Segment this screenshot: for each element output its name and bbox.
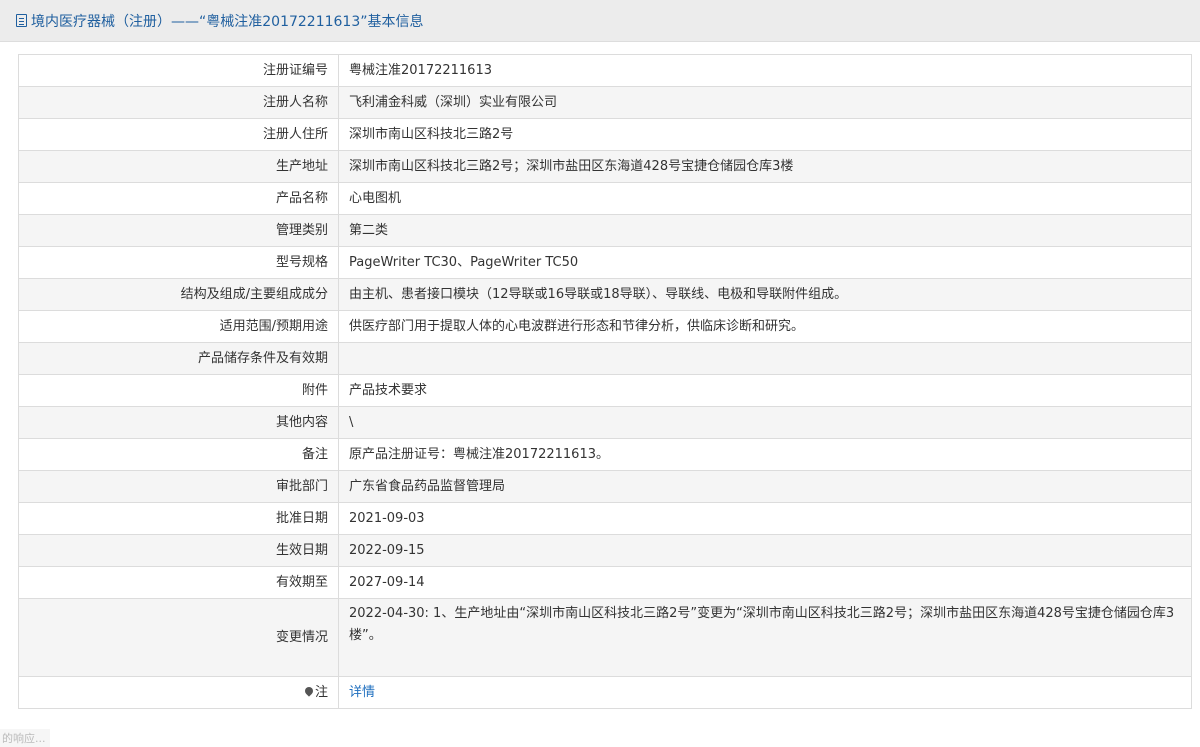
table-row: 注册人住所 深圳市南山区科技北三路2号	[18, 118, 1192, 151]
note-value-cell: 详情	[338, 676, 1192, 709]
row-label: 其他内容	[18, 406, 339, 439]
row-value: 心电图机	[338, 182, 1192, 215]
row-label: 审批部门	[18, 470, 339, 503]
row-label: 产品储存条件及有效期	[18, 342, 339, 375]
row-label: 备注	[18, 438, 339, 471]
row-value: 原产品注册证号：粤械注准20172211613。	[338, 438, 1192, 471]
row-value: 粤械注准20172211613	[338, 54, 1192, 87]
status-text: 的响应...	[0, 729, 50, 747]
table-row: 生产地址 深圳市南山区科技北三路2号；深圳市盐田区东海道428号宝捷仓储园仓库3…	[18, 150, 1192, 183]
table-row: 注册人名称 飞利浦金科威（深圳）实业有限公司	[18, 86, 1192, 119]
row-label: 变更情况	[18, 598, 339, 677]
row-value: 产品技术要求	[338, 374, 1192, 407]
pin-icon	[303, 684, 315, 697]
table-row: 有效期至 2027-09-14	[18, 566, 1192, 599]
document-icon	[16, 14, 27, 27]
row-label: 适用范围/预期用途	[18, 310, 339, 343]
row-value: 第二类	[338, 214, 1192, 247]
table-row: 适用范围/预期用途 供医疗部门用于提取人体的心电波群进行形态和节律分析，供临床诊…	[18, 310, 1192, 343]
table-row: 管理类别 第二类	[18, 214, 1192, 247]
table-row: 注册证编号 粤械注准20172211613	[18, 54, 1192, 87]
row-value	[338, 342, 1192, 375]
row-label: 注册人住所	[18, 118, 339, 151]
row-value: 2022-04-30: 1、生产地址由“深圳市南山区科技北三路2号”变更为“深圳…	[338, 598, 1192, 677]
table-row: 产品储存条件及有效期	[18, 342, 1192, 375]
row-label: 管理类别	[18, 214, 339, 247]
row-label: 有效期至	[18, 566, 339, 599]
table-row: 结构及组成/主要组成成分 由主机、患者接口模块（12导联或16导联或18导联）、…	[18, 278, 1192, 311]
table-row: 批准日期 2021-09-03	[18, 502, 1192, 535]
info-table: 注册证编号 粤械注准20172211613 注册人名称 飞利浦金科威（深圳）实业…	[18, 54, 1192, 709]
details-link[interactable]: 详情	[349, 685, 375, 700]
row-label: 型号规格	[18, 246, 339, 279]
table-row: 变更情况 2022-04-30: 1、生产地址由“深圳市南山区科技北三路2号”变…	[18, 598, 1192, 677]
row-label: 产品名称	[18, 182, 339, 215]
row-value: 广东省食品药品监督管理局	[338, 470, 1192, 503]
page-title: 境内医疗器械（注册）——“粤械注准20172211613”基本信息	[31, 13, 424, 30]
row-label: 生效日期	[18, 534, 339, 567]
row-label: 附件	[18, 374, 339, 407]
row-label: 结构及组成/主要组成成分	[18, 278, 339, 311]
table-row: 审批部门 广东省食品药品监督管理局	[18, 470, 1192, 503]
table-row: 型号规格 PageWriter TC30、PageWriter TC50	[18, 246, 1192, 279]
note-label-cell: 注	[18, 676, 339, 709]
row-value: \	[338, 406, 1192, 439]
table-row: 备注 原产品注册证号：粤械注准20172211613。	[18, 438, 1192, 471]
row-label: 生产地址	[18, 150, 339, 183]
row-value: 2027-09-14	[338, 566, 1192, 599]
row-value: 供医疗部门用于提取人体的心电波群进行形态和节律分析，供临床诊断和研究。	[338, 310, 1192, 343]
note-label: 注	[314, 684, 328, 700]
table-row: 产品名称 心电图机	[18, 182, 1192, 215]
table-row: 其他内容 \	[18, 406, 1192, 439]
row-label: 注册证编号	[18, 54, 339, 87]
table-row: 附件 产品技术要求	[18, 374, 1192, 407]
table-row-note: 注 详情	[18, 676, 1192, 709]
row-label: 批准日期	[18, 502, 339, 535]
row-value: 深圳市南山区科技北三路2号	[338, 118, 1192, 151]
row-value: 2021-09-03	[338, 502, 1192, 535]
row-value: 由主机、患者接口模块（12导联或16导联或18导联）、导联线、电极和导联附件组成…	[338, 278, 1192, 311]
table-row: 生效日期 2022-09-15	[18, 534, 1192, 567]
row-label: 注册人名称	[18, 86, 339, 119]
row-value: PageWriter TC30、PageWriter TC50	[338, 246, 1192, 279]
info-table-container: 注册证编号 粤械注准20172211613 注册人名称 飞利浦金科威（深圳）实业…	[18, 54, 1192, 709]
row-value: 2022-09-15	[338, 534, 1192, 567]
row-value: 深圳市南山区科技北三路2号；深圳市盐田区东海道428号宝捷仓储园仓库3楼	[338, 150, 1192, 183]
row-value: 飞利浦金科威（深圳）实业有限公司	[338, 86, 1192, 119]
page-header: 境内医疗器械（注册）——“粤械注准20172211613”基本信息	[0, 0, 1200, 42]
